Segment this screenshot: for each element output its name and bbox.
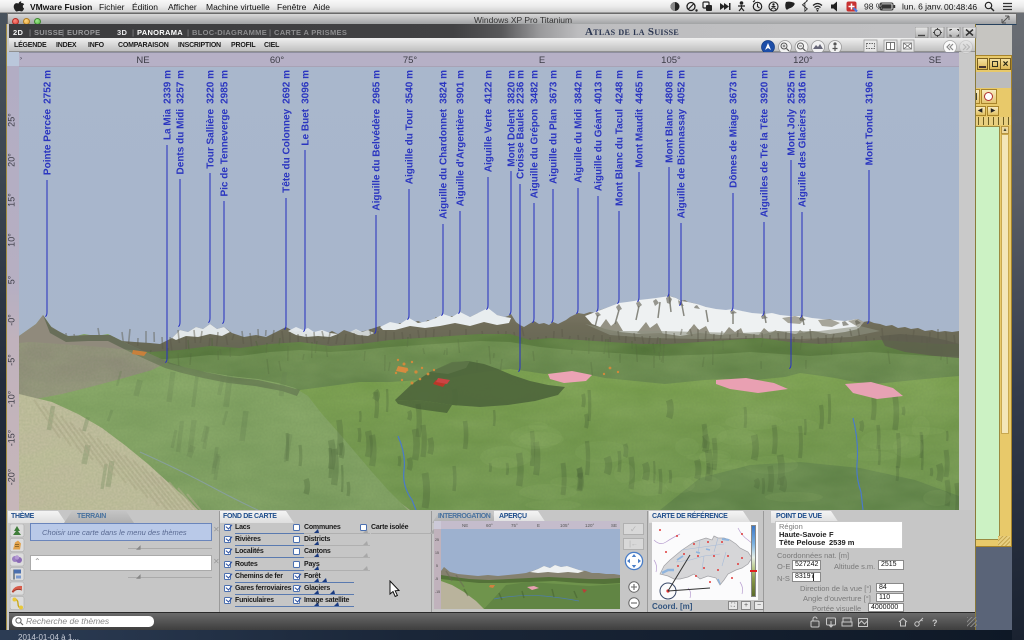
svg-text:60°: 60° [270,55,285,66]
svg-text:Aiguilles de Tré la Tête 3920: Aiguilles de Tré la Tête 3920 m [760,70,771,217]
svg-text:La Mia 2339 m: La Mia 2339 m [163,70,174,140]
svg-text:NE: NE [136,55,149,66]
svg-text:Aiguille de Bionnassay 4052 m: Aiguille de Bionnassay 4052 m [677,70,688,218]
svg-text:75°: 75° [403,55,418,66]
svg-text:Dents du Midi 3257 m: Dents du Midi 3257 m [176,70,187,175]
svg-text:Aiguille du Belvédère 2965 m: Aiguille du Belvédère 2965 m [372,70,383,211]
svg-text:Aiguille du Grépon 3482 m: Aiguille du Grépon 3482 m [530,70,541,198]
svg-text:Aiguille du Plan 3673 m: Aiguille du Plan 3673 m [549,70,560,184]
svg-text:-15: -15 [435,590,440,594]
svg-text:-5°: -5° [7,354,17,366]
svg-text:105°: 105° [560,523,570,528]
svg-text:-20°: -20° [7,468,17,485]
svg-text:Tête du Colonney 2692 m: Tête du Colonney 2692 m [282,70,293,193]
svg-text:Aiguille du Tour 3540 m: Aiguille du Tour 3540 m [405,70,416,184]
svg-text:60°: 60° [486,523,493,528]
svg-text:-5: -5 [435,577,438,581]
svg-text:Aiguille des Glaciers 3816 m: Aiguille des Glaciers 3816 m [798,70,809,207]
svg-text:E: E [539,55,545,66]
svg-text:Dômes de Miage 3673 m: Dômes de Miage 3673 m [729,70,740,188]
svg-text:Le Buet 3096 m: Le Buet 3096 m [301,70,312,146]
svg-text:Aiguille d'Argentière 3901 m: Aiguille d'Argentière 3901 m [456,70,467,206]
svg-text:120°: 120° [793,55,813,66]
svg-text:SE: SE [929,55,942,66]
svg-text:5: 5 [436,564,438,568]
svg-text:Mont Joly 2525 m: Mont Joly 2525 m [787,70,798,156]
svg-text:SE: SE [611,523,617,528]
svg-text:›: › [20,56,22,62]
svg-text:Mont Maudit 4465 m: Mont Maudit 4465 m [635,70,646,168]
svg-text:Pointe Percée 2752 m: Pointe Percée 2752 m [43,70,54,175]
svg-text:15: 15 [435,551,439,555]
svg-text:120°: 120° [585,523,595,528]
svg-text:E: E [537,523,540,528]
svg-text:10°: 10° [7,233,17,247]
svg-text:25°: 25° [7,113,17,127]
svg-text:lun. 6 janv.: lun. 6 janv. [902,2,942,12]
svg-text:105°: 105° [661,55,681,66]
svg-text:-10°: -10° [7,390,17,407]
svg-text:Aiguille Verte 4122 m: Aiguille Verte 4122 m [484,70,495,172]
svg-text:-0°: -0° [7,314,17,326]
svg-text:75°: 75° [511,523,518,528]
svg-text:20°: 20° [7,153,17,167]
svg-text:Pic de Tenneverge 2985 m: Pic de Tenneverge 2985 m [220,70,231,197]
svg-text:Tour Sallière 3220 m: Tour Sallière 3220 m [206,70,217,169]
svg-text:Aiguille du Chardonnet 3824 m: Aiguille du Chardonnet 3824 m [439,70,450,219]
svg-text:15°: 15° [7,193,17,207]
svg-text:Aiguille du Midi 3842 m: Aiguille du Midi 3842 m [574,70,585,183]
svg-text:Mont Tondu 3196 m: Mont Tondu 3196 m [865,70,876,165]
svg-text:Mont Blanc du Tacul 4248 m: Mont Blanc du Tacul 4248 m [615,70,626,206]
svg-text:-15°: -15° [7,429,17,446]
svg-text:NE: NE [462,523,468,528]
svg-text:25: 25 [435,538,439,542]
svg-text:?: ? [932,618,938,628]
svg-text:Mont Blanc 4808 m: Mont Blanc 4808 m [665,70,676,163]
svg-text:Croisse Baulet 2236 m: Croisse Baulet 2236 m [516,70,527,179]
svg-text:Aiguille du Géant 4013 m: Aiguille du Géant 4013 m [594,70,605,191]
svg-text:5°: 5° [7,275,17,284]
